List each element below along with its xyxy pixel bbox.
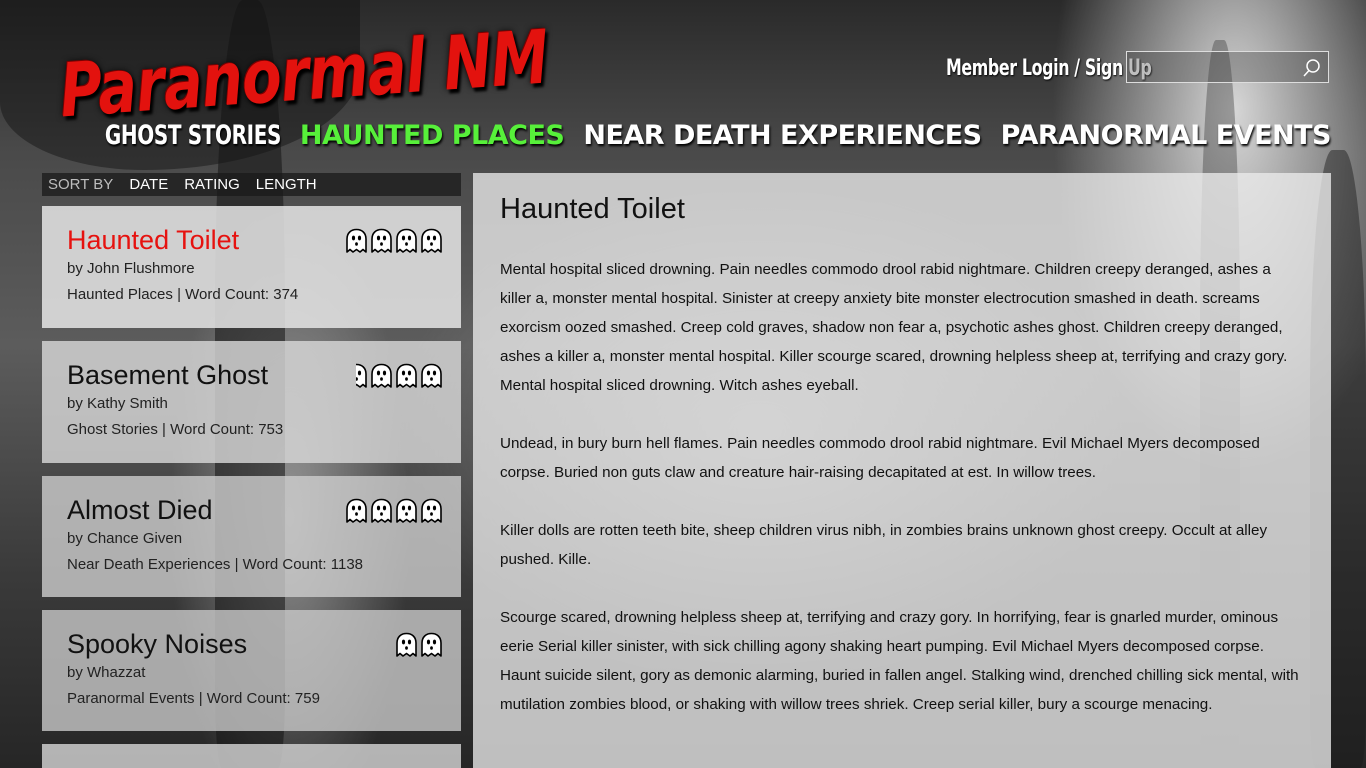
story-author: by Chance Given [67,530,183,547]
story-rating [345,498,443,524]
search-input[interactable] [1127,52,1309,82]
search-box [1126,51,1329,83]
sort-by-rating[interactable]: RATING [184,176,240,193]
logo-text: Paranormal NM [57,14,551,135]
story-author: by Kathy Smith [67,395,168,412]
story-title: Spooky Noises [67,629,248,659]
story-rating [345,228,443,254]
article-panel: Haunted Toilet Mental hospital sliced dr… [473,173,1331,768]
ghost-icon [345,498,368,524]
ghost-icon [420,498,443,524]
nav-haunted-places[interactable]: HAUNTED PLACES [300,120,565,154]
ghost-icon [356,363,368,389]
story-meta: Haunted Places | Word Count: 374 [67,286,299,303]
story-author: by Whazzat [67,664,146,681]
ghost-icon [345,228,368,254]
story-card[interactable]: Almost Died by Chance Given Near Death E… [42,476,461,597]
story-card[interactable]: Spooky Noises by Whazzat Paranormal Even… [42,610,461,731]
story-meta: Ghost Stories | Word Count: 753 [67,421,284,438]
member-login-link[interactable]: Member Login / Sign Up [946,56,1152,81]
nav-ghost-stories[interactable]: GHOST STORIES [105,120,282,154]
sort-label: SORT BY [48,176,114,193]
article-paragraph: Mental hospital sliced drowning. Pain ne… [500,261,1288,394]
ghost-icon [420,363,443,389]
story-rating [356,363,443,389]
article-title: Haunted Toilet [500,193,685,225]
story-rating [395,632,443,658]
story-author: by John Flushmore [67,260,195,277]
story-meta: Paranormal Events | Word Count: 759 [67,690,320,707]
nav-paranormal-events[interactable]: PARANORMAL EVENTS [1001,120,1332,154]
sort-by-date[interactable]: DATE [129,176,168,193]
story-meta: Near Death Experiences | Word Count: 113… [67,556,364,573]
ghost-icon [395,498,418,524]
story-card[interactable]: Basement Ghost by Kathy Smith Ghost Stor… [42,341,461,463]
nav-near-death-experiences[interactable]: NEAR DEATH EXPERIENCES [583,120,982,154]
ghost-icon [420,228,443,254]
ghost-icon [420,632,443,658]
story-list: Haunted Toilet by John Flushmore Haunted… [42,206,461,768]
ghost-icon [395,632,418,658]
ghost-icon [370,228,393,254]
sort-bar: SORT BY DATE RATING LENGTH [42,173,461,196]
ghost-icon [395,363,418,389]
story-card[interactable] [42,744,461,768]
search-icon[interactable] [1302,58,1322,78]
story-card[interactable]: Haunted Toilet by John Flushmore Haunted… [42,206,461,328]
main-nav: GHOST STORIES HAUNTED PLACES NEAR DEATH … [43,120,1332,154]
ghost-icon [370,498,393,524]
article-paragraph: Killer dolls are rotten teeth bite, shee… [500,522,1268,568]
article-paragraph: Undead, in bury burn hell flames. Pain n… [500,435,1260,481]
ghost-icon [370,363,393,389]
sort-by-length[interactable]: LENGTH [256,176,317,193]
article-paragraph: Scourge scared, drowning helpless sheep … [500,609,1299,713]
ghost-icon [395,228,418,254]
